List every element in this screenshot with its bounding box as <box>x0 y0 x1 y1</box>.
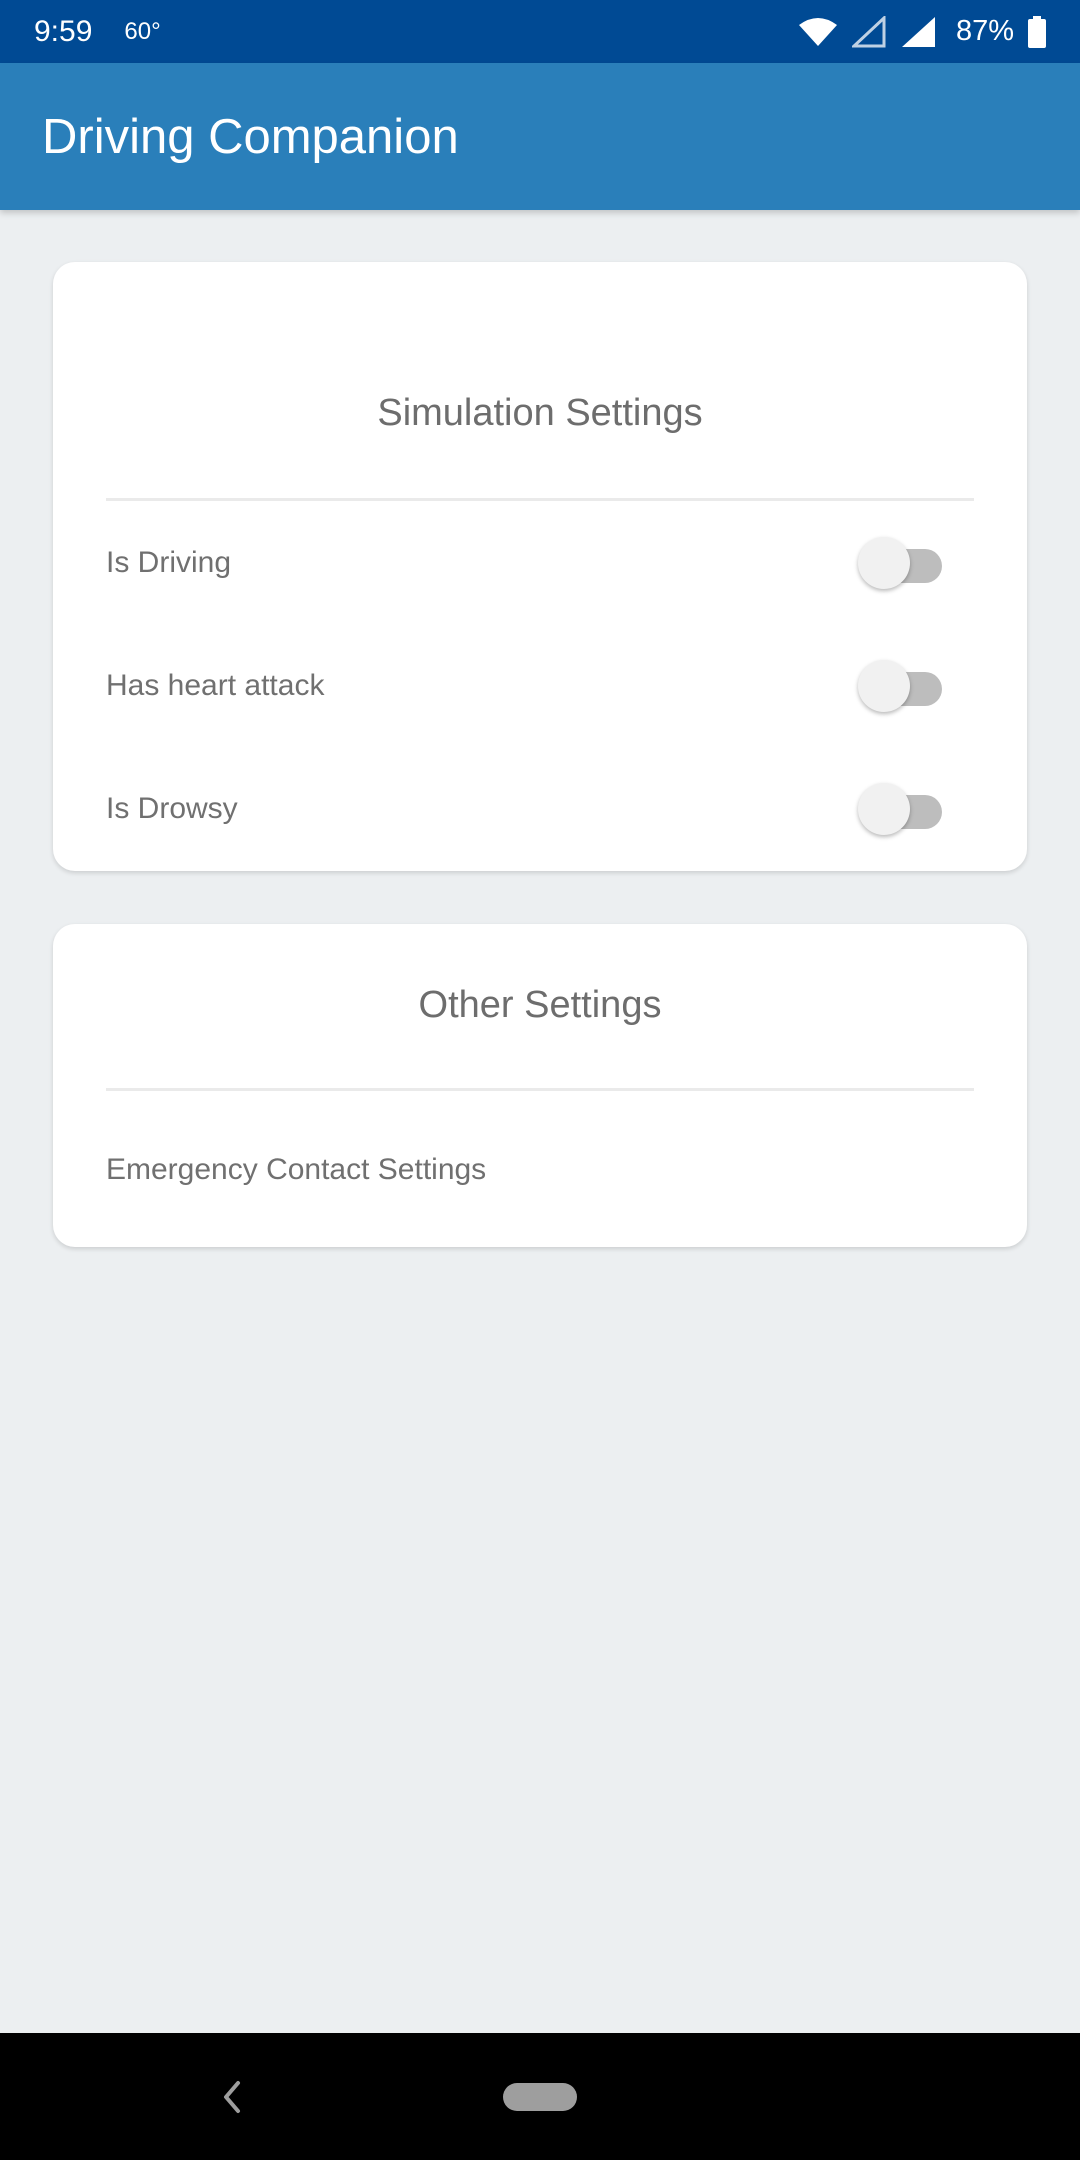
other-settings-card: Other Settings Emergency Contact Setting… <box>53 924 1027 1247</box>
battery-icon <box>1028 15 1046 48</box>
is-driving-switch[interactable] <box>858 533 946 593</box>
divider <box>106 1088 974 1091</box>
switch-thumb <box>858 537 910 589</box>
other-settings-title: Other Settings <box>418 984 662 1026</box>
setting-row-has-heart-attack[interactable]: Has heart attack <box>53 631 1027 741</box>
status-bar: 9:59 60° 87% <box>0 0 1080 63</box>
signal-empty-icon <box>851 15 886 48</box>
setting-row-is-driving[interactable]: Is Driving <box>53 508 1027 618</box>
simulation-settings-title: Simulation Settings <box>377 392 703 434</box>
setting-label: Is Drowsy <box>106 792 238 825</box>
setting-row-is-drowsy[interactable]: Is Drowsy <box>53 754 1027 864</box>
setting-label: Is Driving <box>106 546 232 579</box>
has-heart-attack-switch[interactable] <box>858 656 946 716</box>
navigation-bar <box>0 2033 1080 2160</box>
is-drowsy-switch[interactable] <box>858 779 946 839</box>
setting-label: Has heart attack <box>106 669 325 702</box>
wifi-icon <box>798 17 838 47</box>
back-icon[interactable] <box>218 2077 244 2122</box>
app-title: Driving Companion <box>42 109 459 164</box>
status-temperature: 60° <box>124 17 161 45</box>
switch-thumb <box>858 660 910 712</box>
app-bar: Driving Companion <box>0 63 1080 210</box>
battery-percent: 87% <box>955 15 1014 47</box>
switch-thumb <box>858 783 910 835</box>
simulation-settings-card: Simulation Settings Is Driving Has heart… <box>53 262 1027 871</box>
emergency-contact-settings-label: Emergency Contact Settings <box>106 1153 487 1186</box>
home-pill-icon[interactable] <box>503 2083 577 2111</box>
signal-icon <box>900 16 936 48</box>
status-icons: 87% <box>798 15 1046 48</box>
emergency-contact-settings-item[interactable]: Emergency Contact Settings <box>53 1115 1027 1225</box>
status-time: 9:59 <box>34 14 93 48</box>
divider <box>106 498 974 501</box>
